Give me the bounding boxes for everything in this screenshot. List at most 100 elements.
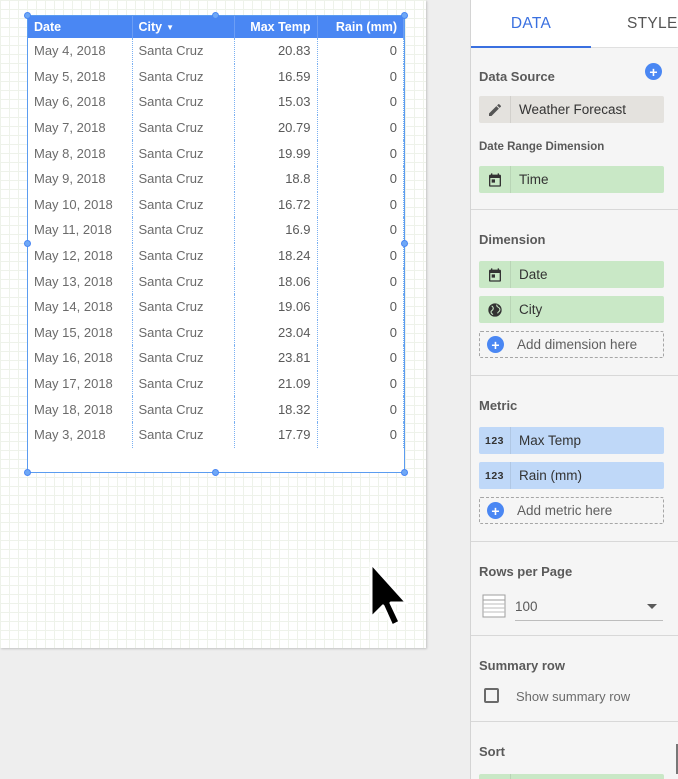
- date-range-value: Time: [519, 172, 549, 187]
- dimension-chip-city[interactable]: City: [479, 296, 664, 323]
- table-row: May 8, 2018 Santa Cruz 19.99 0: [28, 140, 404, 166]
- table-header-row: Date City ▼ Max Temp Rain (mm): [28, 16, 404, 38]
- rows-per-page-select[interactable]: 100: [515, 592, 663, 621]
- resize-handle-bottom-left[interactable]: [24, 469, 31, 476]
- cell-max-temp: 19.06: [234, 293, 318, 320]
- cell-city: Santa Cruz: [132, 421, 235, 448]
- cell-date: May 15, 2018: [28, 319, 133, 346]
- cell-city: Santa Cruz: [132, 396, 235, 422]
- calendar-icon: [479, 166, 511, 193]
- cell-max-temp: 23.04: [234, 319, 318, 346]
- dimension-label: Date: [519, 267, 548, 282]
- cell-rain: 0: [317, 217, 404, 243]
- cell-date: May 6, 2018: [28, 89, 133, 115]
- cell-rain: 0: [317, 114, 404, 141]
- cell-city: Santa Cruz: [132, 217, 235, 243]
- table-row: May 9, 2018 Santa Cruz 18.8 0: [28, 165, 404, 192]
- properties-panel: DATA STYLE Data Source + Weather Forecas…: [470, 0, 678, 779]
- cell-rain: 0: [317, 89, 404, 115]
- cell-date: May 16, 2018: [28, 345, 133, 371]
- mouse-pointer-icon: [369, 561, 408, 628]
- table-row: May 6, 2018 Santa Cruz 15.03 0: [28, 89, 404, 115]
- table-row: May 4, 2018 Santa Cruz 20.83 0: [28, 38, 404, 64]
- cell-city: Santa Cruz: [132, 63, 235, 90]
- column-header-city[interactable]: City ▼: [132, 16, 235, 38]
- data-table-chart[interactable]: Date City ▼ Max Temp Rain (mm) May 4, 201…: [27, 15, 405, 473]
- cell-rain: 0: [317, 345, 404, 371]
- chevron-down-icon: [647, 603, 657, 609]
- add-metric-button[interactable]: + Add metric here: [479, 497, 664, 524]
- cell-date: May 13, 2018: [28, 268, 133, 294]
- tab-style[interactable]: STYLE: [627, 0, 678, 47]
- number-type-icon: 123: [479, 462, 511, 489]
- cell-max-temp: 15.03: [234, 89, 318, 115]
- pencil-icon[interactable]: [479, 96, 511, 123]
- cell-date: May 12, 2018: [28, 242, 133, 269]
- table-row: May 3, 2018 Santa Cruz 17.79 0: [28, 421, 404, 448]
- data-source-section: Data Source + Weather Forecast Date Rang…: [471, 48, 678, 210]
- resize-handle-left[interactable]: [24, 240, 31, 247]
- sort-chip[interactable]: [479, 774, 664, 779]
- summary-row-section: Summary row Show summary row: [471, 636, 678, 722]
- tab-data[interactable]: DATA: [471, 0, 591, 48]
- cell-max-temp: 23.81: [234, 345, 318, 371]
- cell-date: May 10, 2018: [28, 191, 133, 218]
- resize-handle-bottom-right[interactable]: [401, 469, 408, 476]
- data-source-title: Data Source: [479, 69, 555, 84]
- add-dimension-button[interactable]: + Add dimension here: [479, 331, 664, 358]
- add-data-source-icon[interactable]: +: [645, 63, 662, 80]
- report-canvas[interactable]: Date City ▼ Max Temp Rain (mm) May 4, 201…: [0, 0, 426, 648]
- cell-city: Santa Cruz: [132, 114, 235, 141]
- cell-rain: 0: [317, 242, 404, 269]
- column-header-date[interactable]: Date: [28, 16, 133, 38]
- summary-row-title: Summary row: [479, 658, 565, 673]
- cell-city: Santa Cruz: [132, 38, 235, 64]
- metric-label: Max Temp: [519, 433, 582, 448]
- number-type-icon: 123: [479, 427, 511, 454]
- data-source-chip[interactable]: Weather Forecast: [479, 96, 664, 123]
- metric-section: Metric 123 Max Temp 123 Rain (mm) + Add …: [471, 376, 678, 542]
- cell-rain: 0: [317, 191, 404, 218]
- cell-city: Santa Cruz: [132, 268, 235, 294]
- resize-handle-top-right[interactable]: [401, 12, 408, 19]
- resize-handle-bottom[interactable]: [212, 469, 219, 476]
- metric-chip-rain[interactable]: 123 Rain (mm): [479, 462, 664, 489]
- cell-max-temp: 20.79: [234, 114, 318, 141]
- show-summary-row-checkbox[interactable]: [484, 688, 499, 703]
- cell-rain: 0: [317, 38, 404, 64]
- cell-date: May 14, 2018: [28, 293, 133, 320]
- cell-max-temp: 21.09: [234, 370, 318, 397]
- dimension-label: City: [519, 302, 543, 317]
- cell-date: May 4, 2018: [28, 38, 133, 64]
- calendar-icon: [479, 261, 511, 288]
- cell-date: May 17, 2018: [28, 370, 133, 397]
- rows-per-page-section: Rows per Page 100: [471, 542, 678, 636]
- column-header-city-label: City: [138, 20, 163, 34]
- metric-chip-max-temp[interactable]: 123 Max Temp: [479, 427, 664, 454]
- resize-handle-right[interactable]: [401, 240, 408, 247]
- dimension-chip-date[interactable]: Date: [479, 261, 664, 288]
- date-range-title: Date Range Dimension: [479, 141, 605, 153]
- cell-date: May 9, 2018: [28, 165, 133, 192]
- cell-city: Santa Cruz: [132, 370, 235, 397]
- table-row: May 17, 2018 Santa Cruz 21.09 0: [28, 370, 404, 397]
- resize-handle-top-left[interactable]: [24, 12, 31, 19]
- cell-rain: 0: [317, 370, 404, 397]
- add-metric-label: Add metric here: [517, 503, 613, 518]
- cell-max-temp: 16.72: [234, 191, 318, 218]
- cell-city: Santa Cruz: [132, 293, 235, 320]
- column-header-rain[interactable]: Rain (mm): [317, 16, 404, 38]
- cell-city: Santa Cruz: [132, 89, 235, 115]
- cell-rain: 0: [317, 268, 404, 294]
- column-header-max-temp[interactable]: Max Temp: [234, 16, 318, 38]
- resize-handle-top[interactable]: [212, 12, 219, 19]
- date-range-chip[interactable]: Time: [479, 166, 664, 193]
- show-summary-row-label[interactable]: Show summary row: [516, 689, 630, 704]
- metric-label: Rain (mm): [519, 468, 582, 483]
- cell-date: May 18, 2018: [28, 396, 133, 422]
- dimension-section: Dimension Date City + Add dimension here: [471, 210, 678, 376]
- cell-city: Santa Cruz: [132, 165, 235, 192]
- cell-rain: 0: [317, 421, 404, 448]
- sort-title: Sort: [479, 744, 505, 759]
- cell-rain: 0: [317, 140, 404, 166]
